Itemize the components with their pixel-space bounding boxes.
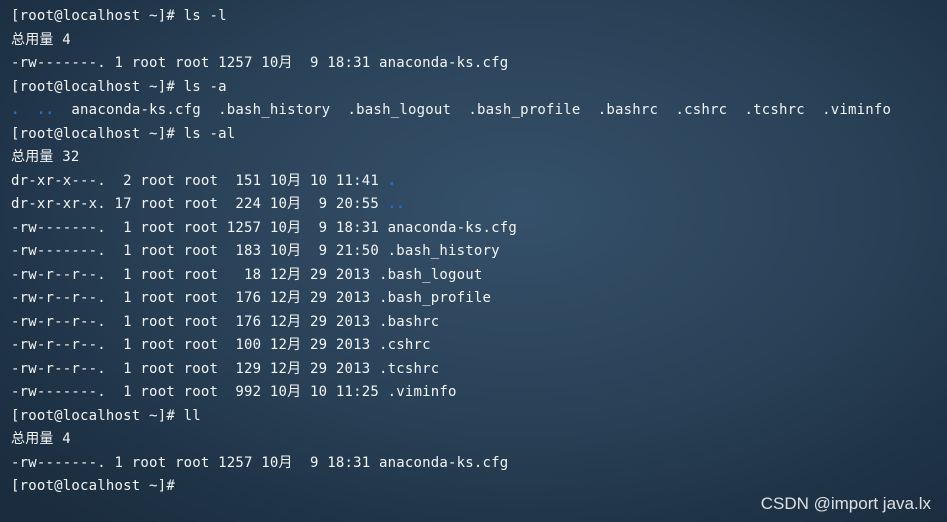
line-text: -rw-r--r--. 1 root root 129 12月 29 2013 … (11, 360, 440, 377)
terminal-line: 总用量 4 (11, 29, 947, 53)
line-text: dr-xr-xr-x. 17 root root 224 10月 9 20:55 (11, 196, 388, 212)
line-text: -rw-------. 1 root root 992 10月 10 11:25… (11, 384, 457, 400)
terminal-line: -rw-r--r--. 1 root root 176 12月 29 2013 … (11, 287, 947, 311)
line-text: -rw-------. 1 root root 183 10月 9 21:50 … (11, 243, 500, 259)
line-text: -rw-r--r--. 1 root root 176 12月 29 2013 … (11, 313, 440, 330)
terminal-output: [root@localhost ~]# ls -l 总用量 4 -rw-------… (11, 5, 947, 499)
terminal-line: -rw-r--r--. 1 root root 129 12月 29 2013 … (11, 358, 947, 382)
line-text: dr-xr-x---. 2 root root 151 10月 10 11:41 (11, 172, 388, 189)
line-text: [root@localhost ~]# ls -al (11, 125, 236, 142)
terminal-line: [root@localhost ~]# ls -l (11, 5, 947, 29)
terminal-line: -rw-------. 1 root root 1257 10月 9 18:31… (11, 452, 947, 476)
terminal-line: -rw-r--r--. 1 root root 100 12月 29 2013 … (11, 334, 947, 358)
watermark: CSDN @import java.lx (760, 494, 931, 513)
directory-entry: .. (36, 102, 55, 118)
directory-entry: . (387, 172, 397, 189)
line-text: [root@localhost ~]# ll (11, 407, 201, 424)
terminal-line: . .. anaconda-ks.cfg .bash_history .bash… (11, 99, 947, 123)
line-text: -rw-r--r--. 1 root root 100 12月 29 2013 … (11, 337, 431, 353)
terminal-line: -rw-------. 1 root root 1257 10月 9 18:31… (11, 52, 947, 76)
line-text: [root@localhost ~]# ls -l (11, 8, 227, 24)
line-text: [root@localhost ~]# (11, 478, 175, 494)
terminal-line: -rw-r--r--. 1 root root 176 12月 29 2013 … (11, 311, 947, 335)
terminal-line: dr-xr-xr-x. 17 root root 224 10月 9 20:55… (11, 193, 947, 217)
terminal-line: -rw-r--r--. 1 root root 18 12月 29 2013 .… (11, 264, 947, 288)
terminal-line: [root@localhost ~]# ls -a (11, 76, 947, 100)
terminal-line: [root@localhost ~]# ll (11, 405, 947, 429)
line-text: 总用量 4 (11, 431, 71, 447)
terminal-line: -rw-------. 1 root root 183 10月 9 21:50 … (11, 240, 947, 264)
line-text: -rw-r--r--. 1 root root 176 12月 29 2013 … (11, 290, 492, 306)
line-text: -rw-------. 1 root root 1257 10月 9 18:31… (11, 219, 518, 236)
line-text: anaconda-ks.cfg .bash_history .bash_logo… (54, 102, 892, 118)
line-text: -rw-------. 1 root root 1257 10月 9 18:31… (11, 55, 509, 71)
directory-entry: .. (387, 196, 405, 212)
line-text: [root@localhost ~]# ls -a (11, 78, 227, 95)
line-text: 总用量 32 (11, 149, 80, 165)
terminal-window[interactable]: [root@localhost ~]# ls -l 总用量 4 -rw-------… (0, 0, 947, 522)
terminal-line: 总用量 32 (11, 146, 947, 170)
terminal-line: -rw-------. 1 root root 1257 10月 9 18:31… (11, 217, 947, 241)
terminal-line: [root@localhost ~]# ls -al (11, 123, 947, 147)
line-text: -rw-r--r--. 1 root root 18 12月 29 2013 .… (11, 266, 483, 283)
line-text (20, 102, 37, 118)
directory-entry: . (11, 102, 20, 118)
terminal-line: dr-xr-x---. 2 root root 151 10月 10 11:41… (11, 170, 947, 194)
terminal-line: -rw-------. 1 root root 992 10月 10 11:25… (11, 381, 947, 405)
terminal-line: 总用量 4 (11, 428, 947, 452)
line-text: -rw-------. 1 root root 1257 10月 9 18:31… (11, 454, 509, 471)
line-text: 总用量 4 (11, 31, 71, 48)
